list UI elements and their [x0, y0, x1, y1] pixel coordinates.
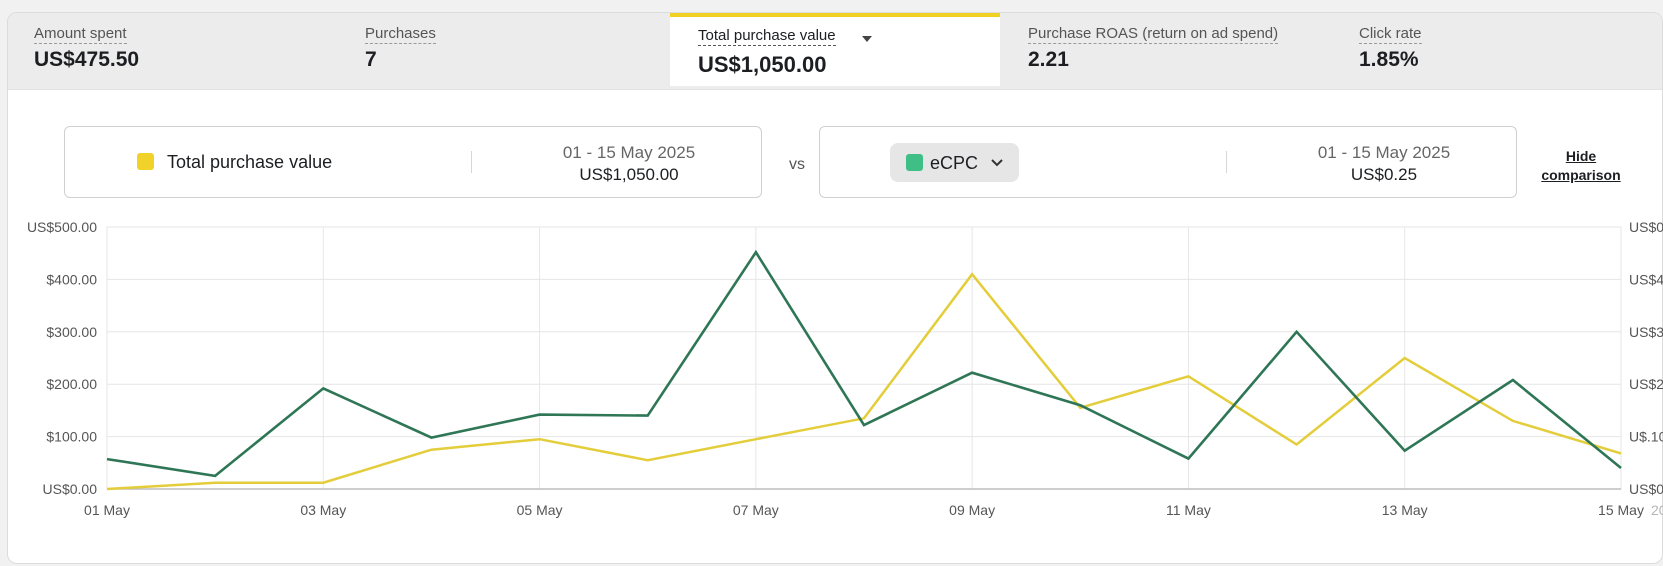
series-line-ecpc — [106, 249, 1622, 478]
x-tick-label: 13 May — [1382, 502, 1428, 518]
series-line-total-purchase-value — [106, 272, 1622, 491]
y-left-tick-label: US$0.00 — [43, 481, 98, 497]
y-right-tick-label: US$0.50 — [1629, 219, 1663, 235]
y-left-tick-label: $200.00 — [46, 376, 97, 392]
y-right-tick-label: US$20 — [1629, 376, 1663, 392]
x-axis-year-label: 2025 — [1651, 502, 1663, 518]
x-tick-label: 01 May — [84, 502, 130, 518]
x-tick-label: 15 May — [1598, 502, 1644, 518]
line-chart: US$0.00 US$0.00 $100.00 U$.10 $200.00 US$20 $3… — [27, 219, 1663, 518]
x-tick-label: 05 May — [517, 502, 563, 518]
x-tick-label: 03 May — [300, 502, 346, 518]
y-right-tick-label: U$.10 — [1629, 429, 1663, 445]
y-right-tick-label: US$0.00 — [1629, 481, 1663, 497]
y-left-tick-label: US$500.00 — [27, 219, 97, 235]
y-right-tick-label: US$30 — [1629, 324, 1663, 340]
x-tick-label: 11 May — [1166, 502, 1211, 518]
y-left-tick-label: $400.00 — [46, 271, 97, 287]
y-right-tick-label: US$40 — [1629, 271, 1663, 287]
y-left-tick-label: $100.00 — [46, 429, 97, 445]
x-tick-label: 09 May — [949, 502, 995, 518]
y-left-tick-label: $300.00 — [46, 324, 97, 340]
plot-area — [106, 226, 1622, 490]
x-tick-label: 07 May — [733, 502, 779, 518]
